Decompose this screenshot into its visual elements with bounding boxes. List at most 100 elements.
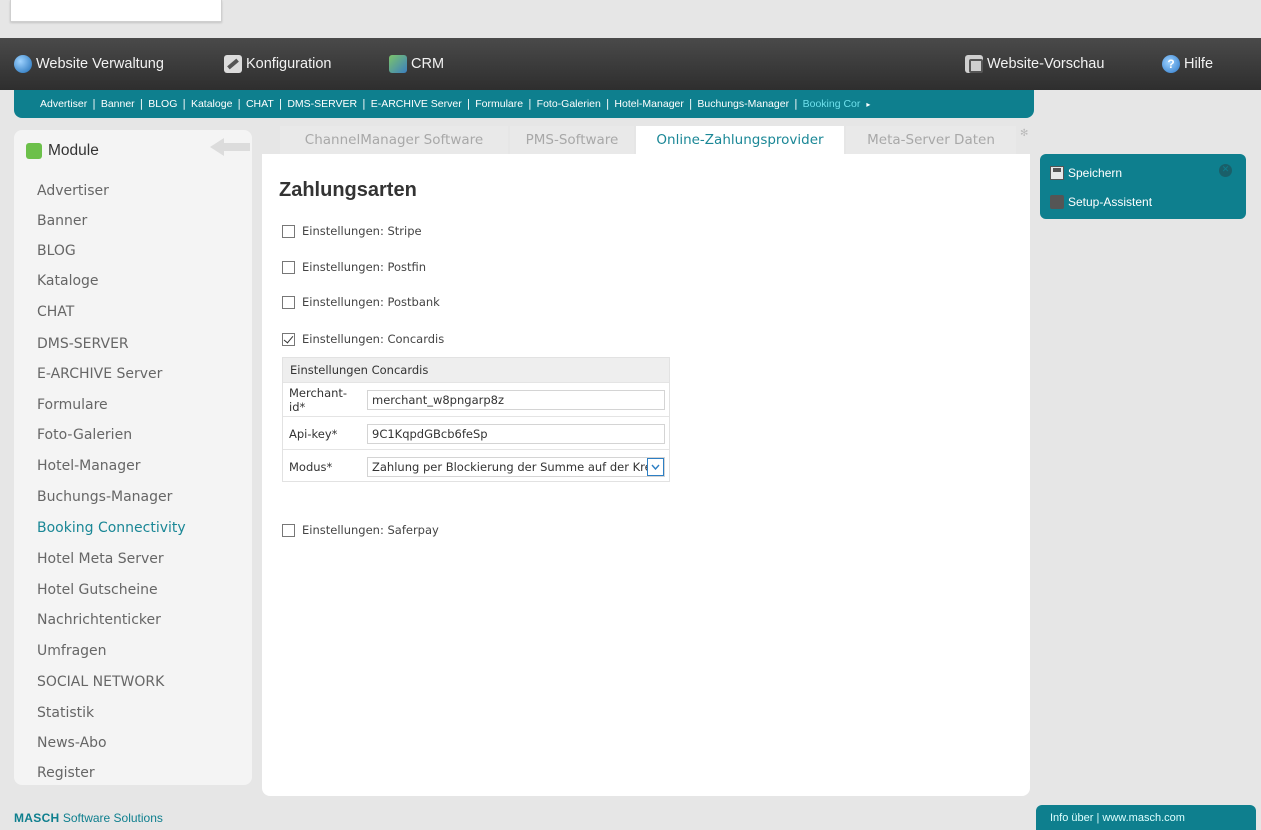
- tab-online-zahlungsprovider[interactable]: Online-Zahlungsprovider: [636, 126, 844, 154]
- setup-wizard-label: Setup-Assistent: [1068, 195, 1153, 209]
- top-menu-website-verwaltung[interactable]: Website Verwaltung: [14, 50, 164, 78]
- subnav-item-booking-connectivity[interactable]: Booking Cor: [803, 98, 861, 110]
- subnav-item-chat[interactable]: CHAT: [246, 98, 274, 110]
- checkbox-row-concardis[interactable]: Einstellungen: Concardis: [282, 332, 444, 346]
- checkbox-row-stripe[interactable]: Einstellungen: Stripe: [282, 224, 422, 238]
- checkbox-label: Einstellungen: Stripe: [302, 224, 422, 238]
- actions-panel: [1040, 154, 1246, 219]
- subnav-separator: |: [794, 98, 798, 110]
- subnav-separator: |: [362, 98, 366, 110]
- logo-box: [10, 0, 222, 22]
- sidebar-item-formulare[interactable]: Formulare: [37, 397, 108, 413]
- save-label: Speichern: [1068, 166, 1123, 180]
- concardis-settings-header: Einstellungen Concardis: [283, 358, 669, 382]
- sidebar-item-social-network[interactable]: SOCIAL NETWORK: [37, 674, 164, 690]
- concardis-settings-title: Einstellungen Concardis: [290, 363, 429, 377]
- tab-more-icon[interactable]: ✻: [1020, 128, 1028, 139]
- top-menu-website-vorschau[interactable]: Website-Vorschau: [965, 50, 1104, 78]
- subnav-separator: |: [92, 98, 96, 110]
- tab-pms-software[interactable]: PMS-Software: [510, 126, 634, 154]
- footer-info-link[interactable]: Info über | www.masch.com: [1036, 805, 1256, 830]
- subnav-item-buchungs-manager[interactable]: Buchungs-Manager: [697, 98, 789, 110]
- close-icon[interactable]: ✕: [1219, 164, 1232, 177]
- sidebar-item-dms-server[interactable]: DMS-SERVER: [37, 336, 129, 352]
- checkbox-label: Einstellungen: Postbank: [302, 295, 440, 309]
- sidebar-item-hotel-gutscheine[interactable]: Hotel Gutscheine: [37, 582, 158, 598]
- sidebar-item-banner[interactable]: Banner: [37, 213, 87, 229]
- checkbox-postbank[interactable]: [282, 295, 295, 309]
- top-menu-crm[interactable]: CRM: [389, 50, 444, 78]
- sidebar-item-kataloge[interactable]: Kataloge: [37, 273, 99, 289]
- tab-meta-server-daten[interactable]: Meta-Server Daten: [846, 126, 1016, 154]
- checkbox-stripe[interactable]: [282, 224, 295, 238]
- modus-select[interactable]: Zahlung per Blockierung der Summe auf de…: [367, 457, 665, 477]
- subnav-separator: |: [139, 98, 144, 110]
- globe-icon: [14, 55, 32, 73]
- subnav-item-formulare[interactable]: Formulare: [475, 98, 523, 110]
- sidebar-item-e-archive-server[interactable]: E-ARCHIVE Server: [37, 366, 162, 382]
- sidebar-title: Module: [48, 142, 99, 159]
- tools-icon: [224, 55, 242, 73]
- brand-tagline: Software Solutions: [62, 811, 163, 825]
- puzzle-icon: [26, 143, 42, 159]
- sidebar-item-buchungs-manager[interactable]: Buchungs-Manager: [37, 489, 172, 505]
- sidebar-item-booking-connectivity[interactable]: Booking Connectivity: [37, 520, 186, 536]
- checkbox-row-saferpay[interactable]: Einstellungen: Saferpay: [282, 523, 439, 537]
- tab-channelmanager-software[interactable]: ChannelManager Software: [280, 126, 508, 154]
- subnav-separator: |: [182, 98, 186, 110]
- wizard-icon: [1050, 195, 1064, 209]
- top-menu-bar: Website Verwaltung Konfiguration CRM Web…: [0, 38, 1261, 90]
- top-menu-label: CRM: [411, 56, 445, 72]
- form-row-api-key: Api-key* 9C1KqpdGBcb6feSp: [283, 416, 669, 450]
- subnav-item-banner[interactable]: Banner: [101, 98, 135, 110]
- sidebar-item-register[interactable]: Register: [37, 765, 95, 781]
- top-menu-hilfe[interactable]: ? Hilfe: [1162, 50, 1213, 78]
- api-key-input[interactable]: 9C1KqpdGBcb6feSp: [367, 424, 665, 444]
- setup-wizard-button[interactable]: Setup-Assistent: [1050, 195, 1152, 209]
- subnav-item-advertiser[interactable]: Advertiser: [40, 98, 87, 110]
- subnav-separator: |: [528, 98, 532, 110]
- subnav-item-blog[interactable]: BLOG: [148, 98, 177, 110]
- top-menu-konfiguration[interactable]: Konfiguration: [224, 50, 331, 78]
- sidebar-item-advertiser[interactable]: Advertiser: [37, 183, 109, 199]
- checkbox-label: Einstellungen: Concardis: [302, 332, 445, 346]
- sidebar-item-foto-galerien[interactable]: Foto-Galerien: [37, 427, 132, 443]
- save-button[interactable]: Speichern: [1050, 166, 1122, 180]
- subnav-item-e-archive[interactable]: E-ARCHIVE Server: [371, 98, 462, 110]
- chevron-down-icon[interactable]: [647, 458, 664, 476]
- subnav-separator: |: [278, 98, 283, 110]
- help-icon: ?: [1162, 55, 1180, 73]
- top-menu-label: Website Verwaltung: [36, 56, 164, 72]
- back-arrow-icon[interactable]: [208, 136, 252, 158]
- checkbox-postfin[interactable]: [282, 260, 295, 274]
- sidebar-item-hotel-manager[interactable]: Hotel-Manager: [37, 458, 141, 474]
- preview-icon: [965, 55, 983, 73]
- subnav-item-hotel-manager[interactable]: Hotel-Manager: [614, 98, 683, 110]
- sidebar-item-chat[interactable]: CHAT: [37, 304, 74, 320]
- subnav-separator: |: [688, 98, 693, 110]
- subnav-more-arrow-icon[interactable]: ▸: [866, 100, 870, 109]
- sidebar-item-hotel-meta-server[interactable]: Hotel Meta Server: [37, 551, 164, 567]
- merchant-id-input[interactable]: merchant_w8pngarp8z: [367, 390, 665, 410]
- subnav-item-kataloge[interactable]: Kataloge: [191, 98, 232, 110]
- checkbox-label: Einstellungen: Postfin: [302, 260, 427, 274]
- subnav-item-foto-galerien[interactable]: Foto-Galerien: [537, 98, 601, 110]
- checkbox-concardis[interactable]: [282, 332, 295, 346]
- merchant-id-label: Merchant-id*: [289, 386, 348, 414]
- modus-label: Modus*: [289, 460, 333, 474]
- sidebar-item-news-abo[interactable]: News-Abo: [37, 735, 107, 751]
- sidebar-item-umfragen[interactable]: Umfragen: [37, 643, 107, 659]
- subnav-separator: |: [466, 98, 471, 110]
- brand-name: MASCH: [14, 811, 60, 825]
- subnav-separator: |: [605, 98, 610, 110]
- sidebar-item-nachrichtenticker[interactable]: Nachrichtenticker: [37, 612, 161, 628]
- sidebar-item-blog[interactable]: BLOG: [37, 243, 76, 259]
- checkbox-row-postbank[interactable]: Einstellungen: Postbank: [282, 295, 440, 309]
- sidebar-item-statistik[interactable]: Statistik: [37, 705, 94, 721]
- module-subnav: Advertiser | Banner | BLOG | Kataloge | CHAT…: [14, 90, 1034, 118]
- subnav-item-dms-server[interactable]: DMS-SERVER: [287, 98, 357, 110]
- floppy-disk-icon: [1050, 166, 1064, 180]
- checkbox-saferpay[interactable]: [282, 523, 295, 537]
- api-key-label: Api-key*: [289, 427, 338, 441]
- checkbox-row-postfin[interactable]: Einstellungen: Postfin: [282, 260, 426, 274]
